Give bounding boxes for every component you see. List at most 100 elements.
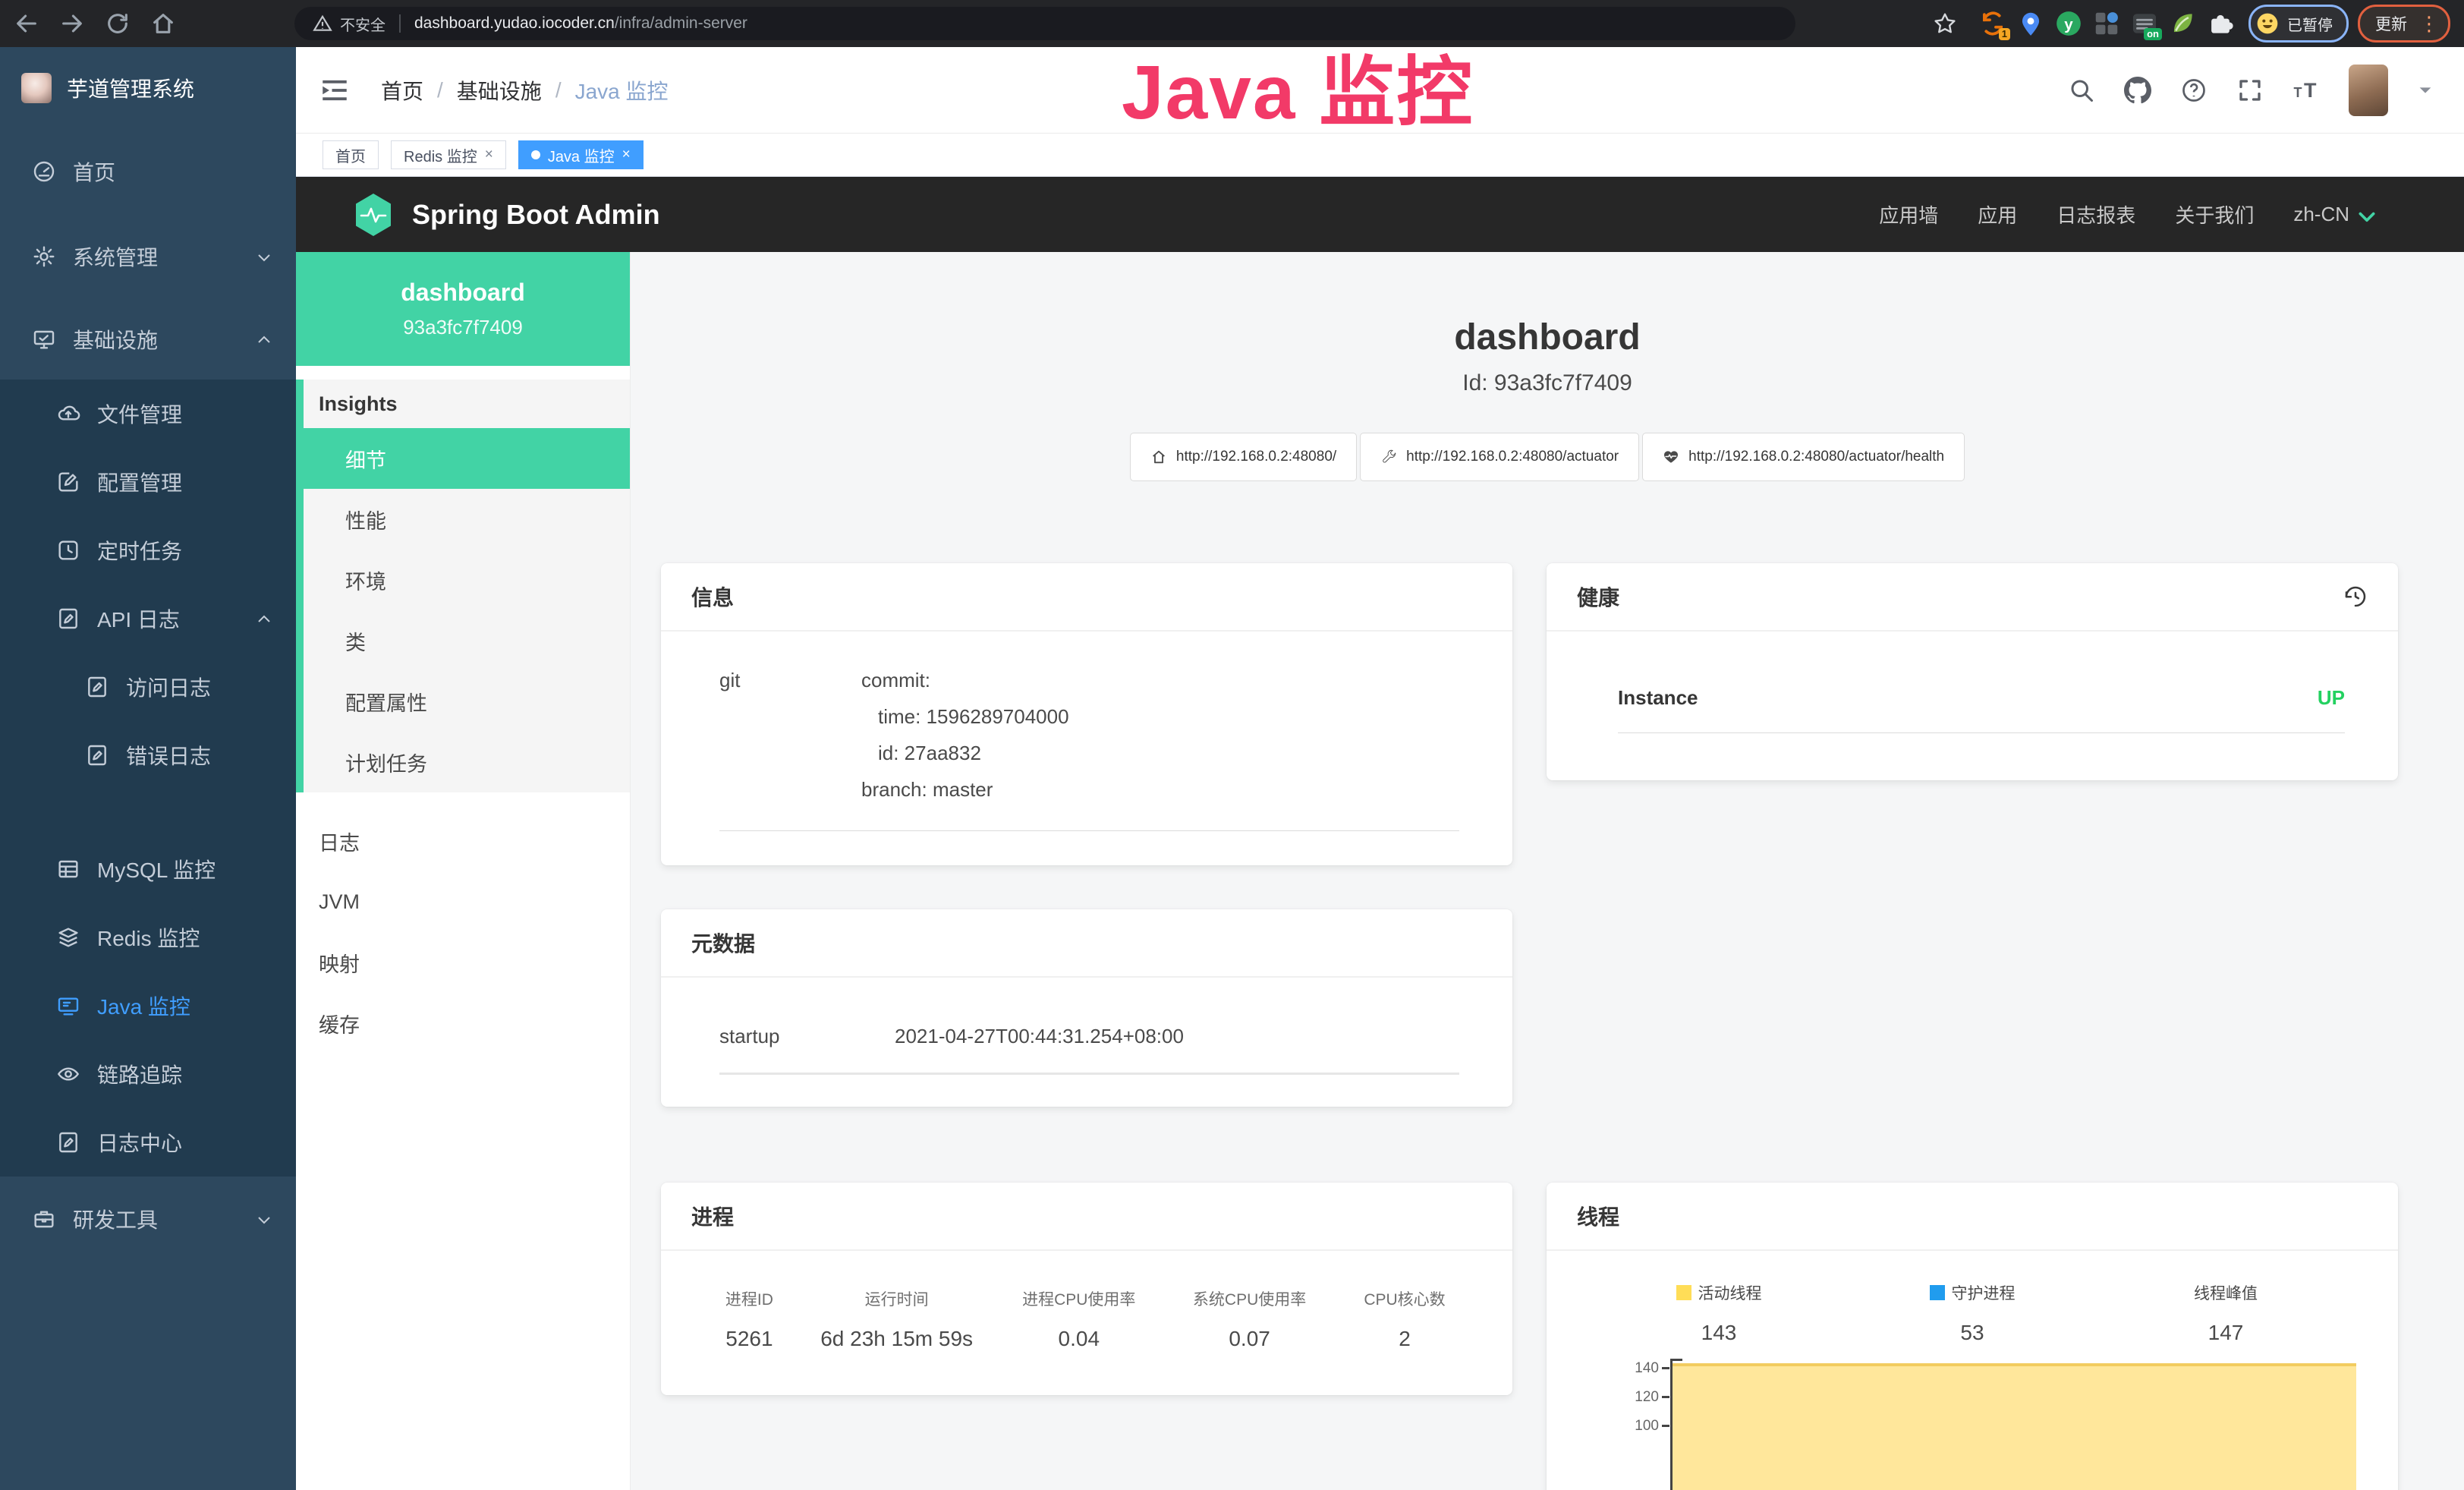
sidebar-item-job[interactable]: 定时任务: [0, 516, 296, 584]
search-icon[interactable]: [2068, 77, 2095, 104]
instance-header[interactable]: dashboard 93a3fc7f7409: [296, 252, 630, 366]
browser-reload-icon[interactable]: [105, 11, 131, 36]
url-path[interactable]: /infra/admin-server: [615, 14, 747, 33]
sidebar-collapse-icon[interactable]: [319, 74, 351, 106]
extension-leaf-icon[interactable]: [2168, 9, 2197, 38]
sba-item-environment[interactable]: 环境: [304, 550, 630, 610]
health-card: 健康 Instance UP: [1547, 563, 2398, 780]
browser-home-icon[interactable]: [150, 11, 176, 36]
health-url-button[interactable]: http://192.168.0.2:48080/actuator/health: [1642, 433, 1965, 481]
close-icon[interactable]: ×: [485, 146, 493, 163]
tag-redis[interactable]: Redis 监控 ×: [391, 140, 506, 169]
cards-grid: 信息 git commit: time: 1596289704000 id: 2: [631, 563, 2464, 1490]
sba-item-scheduled-tasks[interactable]: 计划任务: [304, 732, 630, 792]
history-icon[interactable]: [2343, 584, 2368, 609]
fullscreen-icon[interactable]: [2236, 77, 2264, 104]
breadcrumb-separator: /: [555, 78, 562, 102]
browser-menu-icon[interactable]: ⋮: [2419, 14, 2439, 33]
breadcrumb-infra[interactable]: 基础设施: [457, 75, 542, 106]
sba-nav-wallboard[interactable]: 应用墙: [1879, 200, 1938, 228]
browser-update-button[interactable]: 更新 ⋮: [2358, 5, 2450, 43]
sidebar-item-access-log[interactable]: 访问日志: [0, 653, 296, 721]
sba-item-mappings[interactable]: 映射: [296, 932, 630, 993]
y-tick-100: 100: [1547, 1418, 1659, 1435]
sba-nav-applications[interactable]: 应用: [1978, 200, 2017, 228]
font-size-icon[interactable]: TT: [2292, 77, 2320, 104]
tag-java-active[interactable]: Java 监控 ×: [518, 140, 644, 169]
sba-item-jvm[interactable]: JVM: [296, 871, 630, 932]
url-host[interactable]: dashboard.yudao.iocoder.cn: [414, 14, 615, 33]
extension-y-icon[interactable]: y: [2054, 9, 2083, 38]
threads-chart: 140 120 100: [1547, 1357, 2398, 1490]
main-area: 首页 / 基础设施 / Java 监控 TT: [296, 47, 2464, 1490]
info-card-body: git commit: time: 1596289704000 id: 27aa…: [661, 632, 1512, 865]
sidebar-item-mysql[interactable]: MySQL 监控: [0, 835, 296, 903]
threads-card-body: 活动线程 143 守护进程 53 线程峰值: [1547, 1251, 2398, 1490]
document-edit-icon: [56, 1130, 80, 1155]
process-card: 进程 进程ID 运行时间 进程CPU使用率 系统CPU使用率 CPU核心数: [661, 1183, 1512, 1395]
sidebar-item-java[interactable]: Java 监控: [0, 972, 296, 1040]
sidebar-item-file[interactable]: 文件管理: [0, 380, 296, 448]
metadata-card-header: 元数据: [661, 909, 1512, 978]
tag-home[interactable]: 首页: [323, 140, 379, 169]
sidebar-item-config[interactable]: 配置管理: [0, 448, 296, 516]
legend-peak-threads: 线程峰值 147: [2099, 1281, 2352, 1345]
address-bar[interactable]: 不安全 dashboard.yudao.iocoder.cn /infra/ad…: [294, 7, 1795, 40]
sba-item-details[interactable]: 细节: [304, 428, 630, 489]
sidebar-item-trace[interactable]: 链路追踪: [0, 1040, 296, 1108]
sba-item-classes[interactable]: 类: [304, 610, 630, 671]
chevron-up-icon: [255, 330, 273, 348]
infra-submenu: 文件管理 配置管理 定时任务 API 日志 访问日志: [0, 380, 296, 1177]
sba-item-metrics[interactable]: 性能: [304, 489, 630, 550]
breadcrumb-home[interactable]: 首页: [381, 75, 423, 106]
user-avatar[interactable]: [2349, 65, 2388, 116]
sidebar-item-home[interactable]: 首页: [0, 129, 296, 214]
sidebar-item-system[interactable]: 系统管理: [0, 214, 296, 299]
browser-profile-chip[interactable]: 已暂停: [2248, 5, 2349, 43]
user-menu-caret-icon[interactable]: [2417, 84, 2434, 96]
bookmark-star-icon[interactable]: [1933, 11, 1957, 36]
sba-item-configprops[interactable]: 配置属性: [304, 671, 630, 732]
sidebar-item-redis[interactable]: Redis 监控: [0, 903, 296, 972]
browser-actions: 1 y on 已暂停: [1933, 5, 2464, 43]
sidebar-item-log-center[interactable]: 日志中心: [0, 1108, 296, 1177]
browser-forward-icon[interactable]: [59, 11, 85, 36]
info-row-git: git commit: time: 1596289704000 id: 27aa…: [719, 662, 1459, 831]
service-url-button[interactable]: http://192.168.0.2:48080/: [1130, 433, 1357, 481]
browser-back-icon[interactable]: [14, 11, 39, 36]
security-label[interactable]: 不安全: [340, 13, 385, 35]
health-instance-label: Instance: [1618, 686, 1698, 710]
sba-brand-title[interactable]: Spring Boot Admin: [412, 199, 660, 231]
sidebar-item-dev-tools[interactable]: 研发工具: [0, 1177, 296, 1262]
legend-daemon-threads: 守护进程 53: [1846, 1281, 2099, 1345]
legend-live-threads: 活动线程 143: [1592, 1281, 1846, 1345]
extension-grid-icon[interactable]: [2092, 9, 2121, 38]
sidebar-item-api-log[interactable]: API 日志: [0, 584, 296, 653]
sba-locale-select[interactable]: zh-CN: [2293, 203, 2377, 226]
process-uptime: 6d 23h 15m 59s: [800, 1327, 994, 1351]
sba-item-logfile[interactable]: 日志: [296, 811, 630, 871]
actuator-url-button[interactable]: http://192.168.0.2:48080/actuator: [1360, 433, 1639, 481]
app-logo-avatar: [21, 73, 52, 103]
sba-nav-journal[interactable]: 日志报表: [2056, 200, 2135, 228]
sba-nav-about[interactable]: 关于我们: [2175, 200, 2254, 228]
extension-sync-icon[interactable]: 1: [1978, 9, 2007, 38]
github-icon[interactable]: [2124, 77, 2151, 104]
app-logo-row[interactable]: 芋道管理系统: [0, 47, 296, 129]
peak-threads-value: 147: [2208, 1321, 2244, 1345]
document-edit-icon: [56, 606, 80, 631]
extension-pin-icon[interactable]: [2016, 9, 2045, 38]
extension-list-icon[interactable]: on: [2130, 9, 2159, 38]
insights-group: Insights 细节 性能 环境 类 配置属性 计划任务: [296, 380, 630, 792]
help-icon[interactable]: [2180, 77, 2208, 104]
process-card-body: 进程ID 运行时间 进程CPU使用率 系统CPU使用率 CPU核心数 5261 …: [661, 1251, 1512, 1395]
sidebar-item-infra[interactable]: 基础设施: [0, 299, 296, 380]
breadcrumb-current: Java 监控: [575, 75, 669, 106]
sba-item-caches[interactable]: 缓存: [296, 993, 630, 1054]
live-threads-area: [1673, 1363, 2356, 1490]
close-icon[interactable]: ×: [622, 146, 631, 163]
extensions-puzzle-icon[interactable]: [2206, 9, 2235, 38]
document-edit-icon: [85, 743, 109, 767]
sidebar-item-error-log[interactable]: 错误日志: [0, 721, 296, 789]
chevron-up-icon: [255, 610, 273, 628]
